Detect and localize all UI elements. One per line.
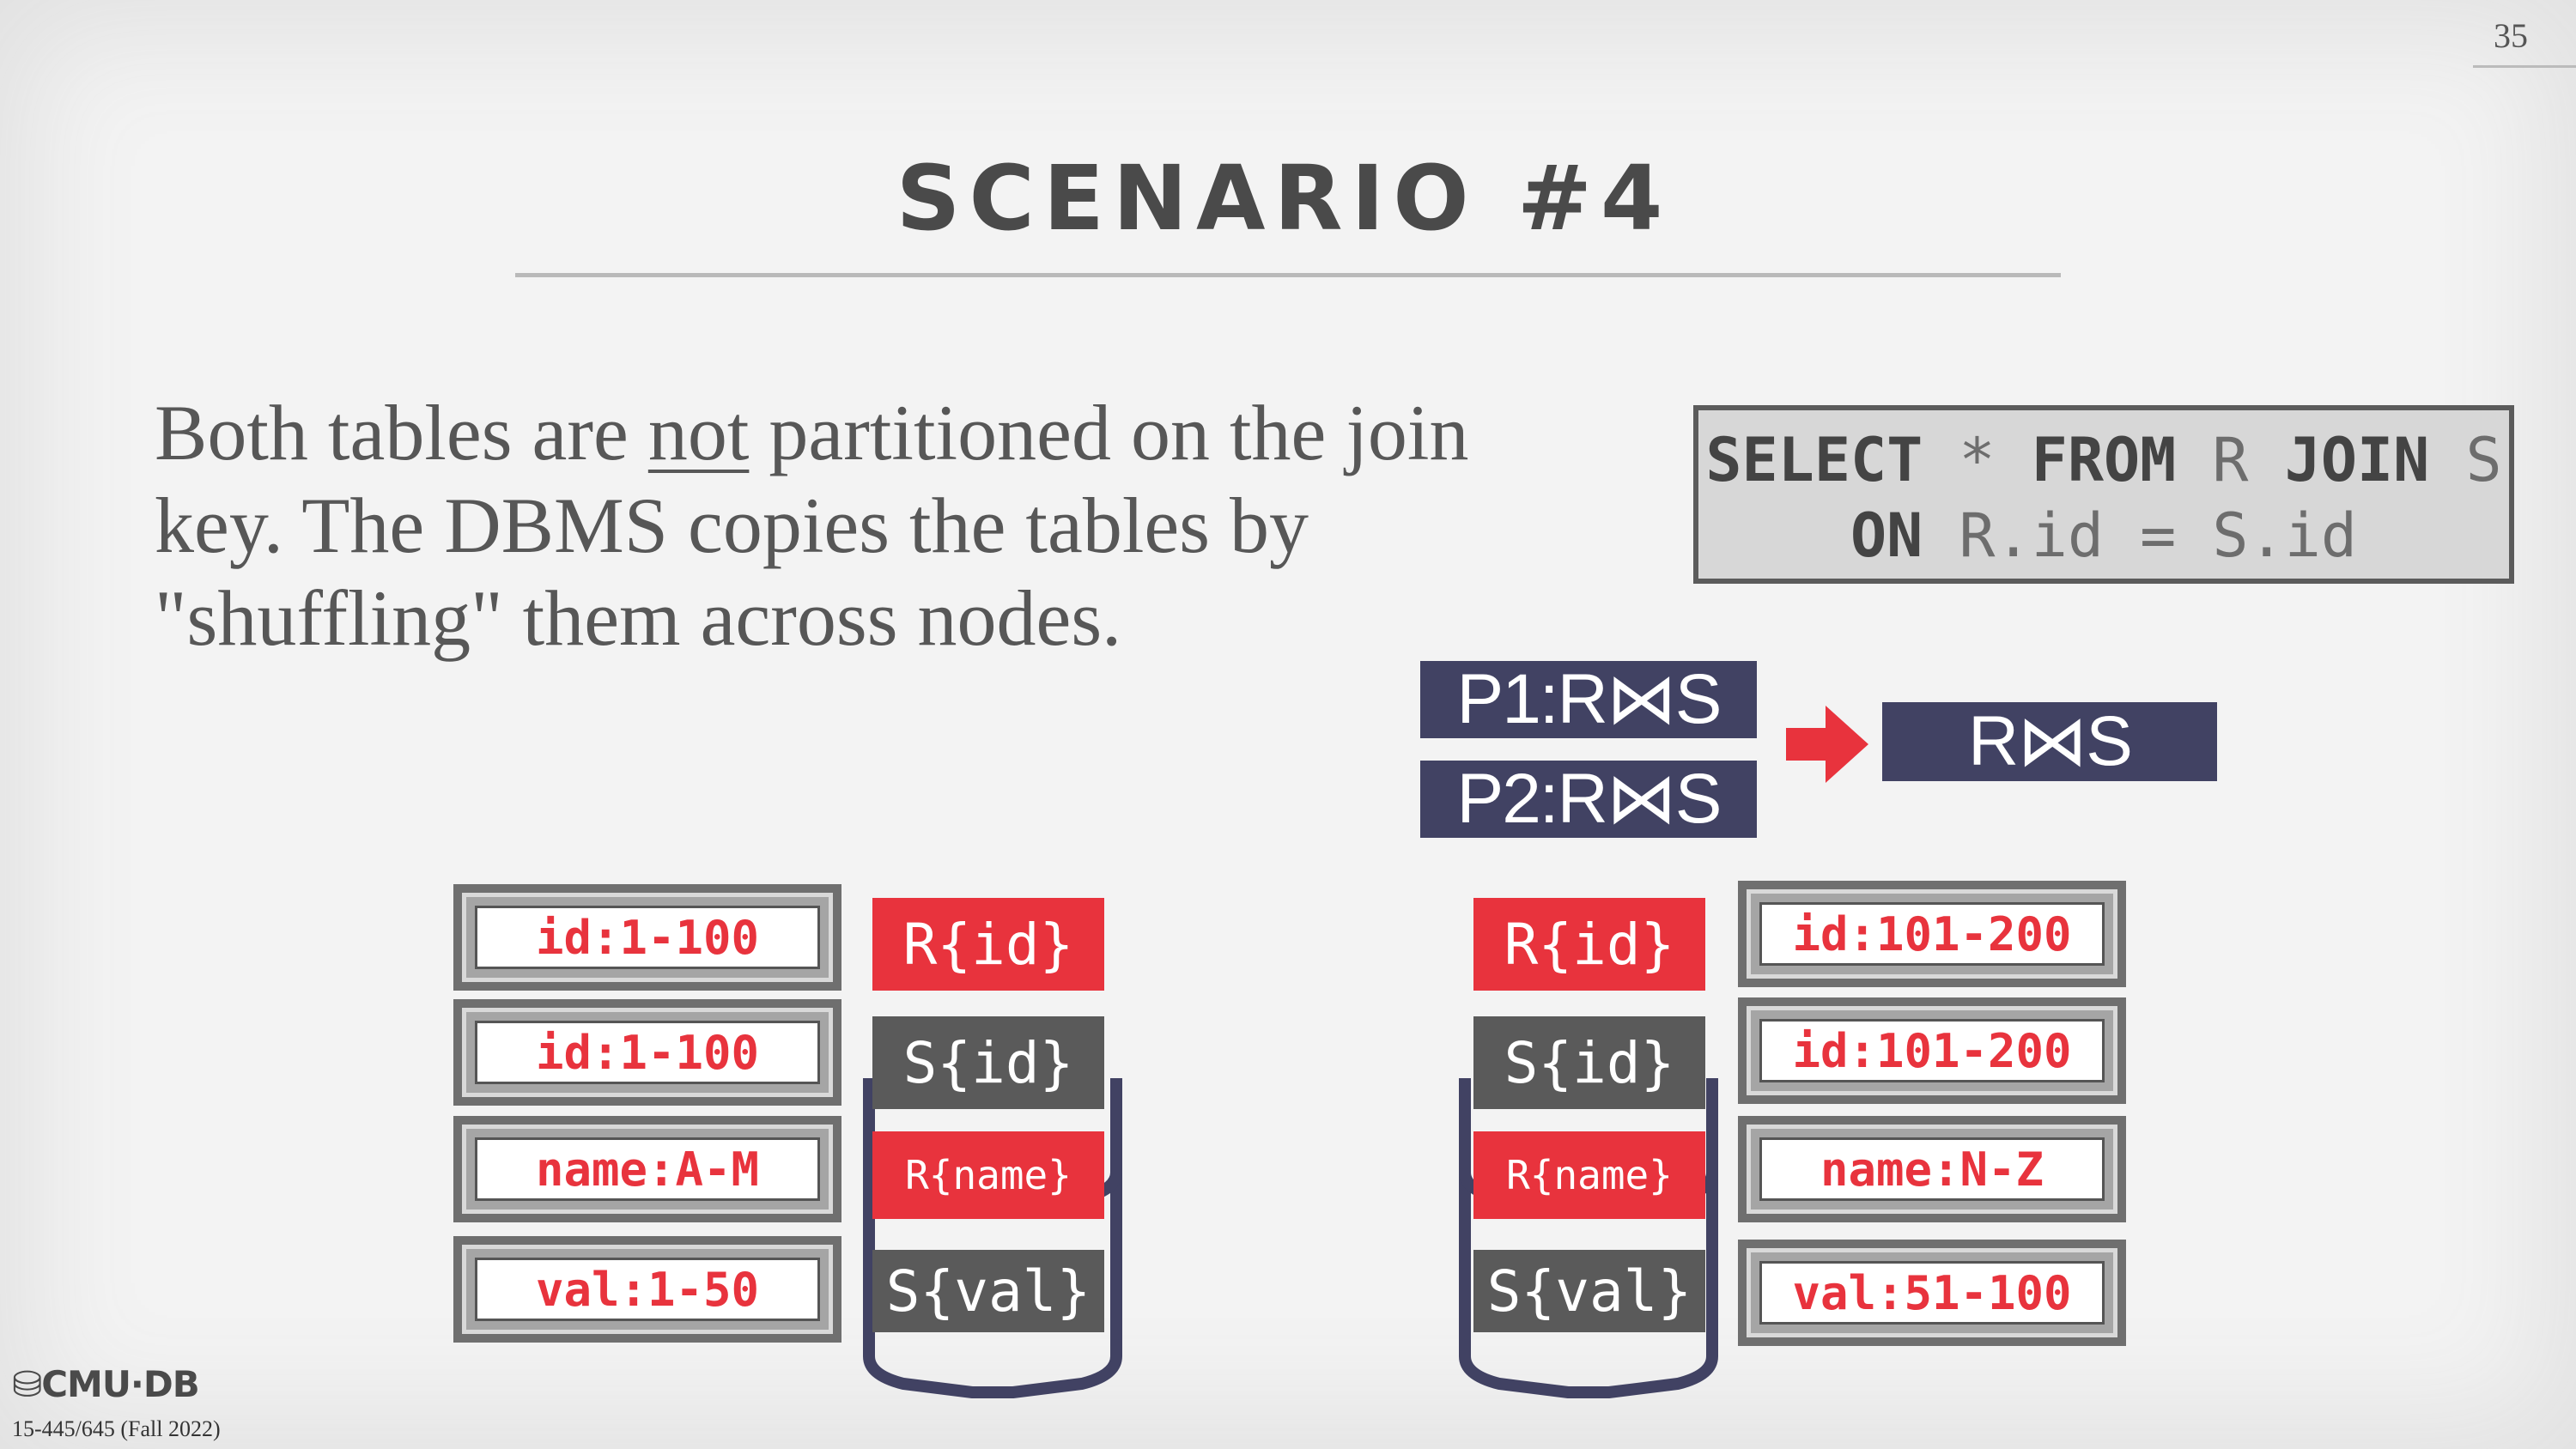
partition-label: id:1-100	[475, 1021, 820, 1084]
body-paragraph: Both tables are not partitioned on the j…	[155, 386, 1494, 664]
partition-label: id:101-200	[1759, 1019, 2105, 1082]
left-database-cylinder-icon	[863, 1078, 1122, 1398]
body-text-start: Both tables are	[155, 389, 648, 476]
page-number: 35	[2494, 16, 2528, 55]
sql-star: *	[1923, 425, 2032, 495]
right-arrow-icon	[1786, 706, 1868, 783]
partition-label: id:1-100	[475, 906, 820, 969]
left-partition-1: id:1-100	[453, 884, 841, 991]
sql-keyword-on: ON	[1850, 500, 1923, 571]
cmu-db-logo: ⛁CMU·DB	[12, 1363, 200, 1405]
title-divider	[515, 273, 2061, 277]
right-chip-r-name: R{name}	[1473, 1131, 1705, 1219]
sql-relation-r: R	[2176, 425, 2285, 495]
left-partition-2: id:1-100	[453, 999, 841, 1106]
course-label: 15-445/645 (Fall 2022)	[12, 1416, 221, 1441]
right-database-cylinder-icon	[1459, 1078, 1718, 1398]
final-join-result: R⋈S	[1882, 702, 2217, 781]
database-icon: ⛁	[12, 1363, 42, 1405]
slide-title: SCENARIO #4	[896, 146, 1672, 251]
right-chip-s-val: S{val}	[1473, 1250, 1705, 1332]
partial-result-p1: P1:R⋈S	[1420, 661, 1757, 738]
sql-query-box: SELECT * FROM R JOIN S ON R.id = S.id	[1693, 405, 2514, 584]
page-number-rule	[2473, 65, 2576, 68]
partition-label: id:101-200	[1759, 902, 2105, 966]
right-chip-s-id: S{id}	[1473, 1016, 1705, 1109]
left-chip-s-id: S{id}	[872, 1016, 1104, 1109]
sql-join-condition: R.id = S.id	[1923, 500, 2358, 571]
logo-text: CMU·DB	[41, 1363, 200, 1405]
partition-label: name:N-Z	[1759, 1137, 2105, 1201]
left-partition-4: val:1-50	[453, 1236, 841, 1343]
left-chip-s-val: S{val}	[872, 1250, 1104, 1332]
left-chip-r-id: R{id}	[872, 898, 1104, 991]
partition-label: val:1-50	[475, 1258, 820, 1321]
sql-relation-s: S	[2429, 425, 2502, 495]
right-chip-r-id: R{id}	[1473, 898, 1705, 991]
right-partition-4: val:51-100	[1738, 1240, 2126, 1346]
partition-label: name:A-M	[475, 1137, 820, 1201]
right-partition-3: name:N-Z	[1738, 1116, 2126, 1222]
left-partition-3: name:A-M	[453, 1116, 841, 1222]
sql-keyword-join: JOIN	[2284, 425, 2430, 495]
right-partition-2: id:101-200	[1738, 997, 2126, 1104]
sql-keyword-select: SELECT	[1705, 425, 1923, 495]
body-text-underlined: not	[647, 389, 750, 476]
sql-keyword-from: FROM	[2031, 425, 2177, 495]
sql-line-1: SELECT * FROM R JOIN S	[1698, 422, 2509, 498]
left-chip-r-name: R{name}	[872, 1131, 1104, 1219]
partial-result-p2: P2:R⋈S	[1420, 761, 1757, 838]
right-partition-1: id:101-200	[1738, 881, 2126, 987]
partition-label: val:51-100	[1759, 1261, 2105, 1325]
sql-line-2: ON R.id = S.id	[1698, 498, 2509, 573]
